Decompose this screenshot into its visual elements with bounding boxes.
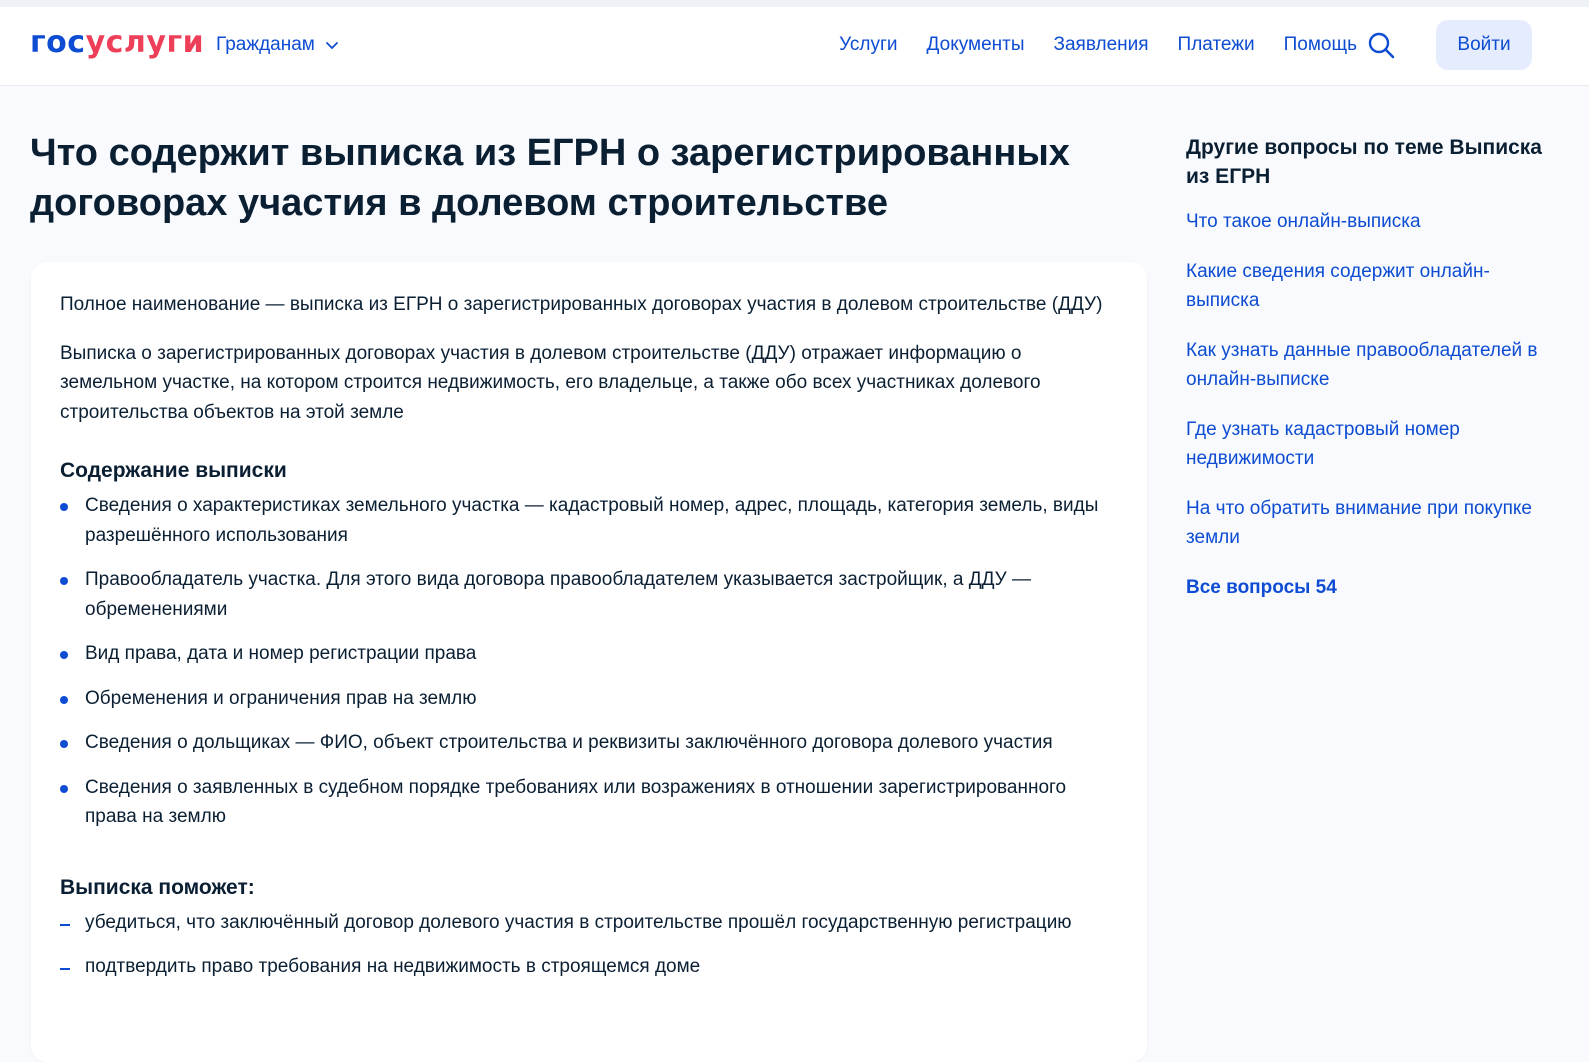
nav-documents[interactable]: Документы	[927, 33, 1025, 57]
article-body: Полное наименование — выписка из ЕГРН о …	[60, 290, 1120, 997]
helps-list: убедиться, что заключённый договор долев…	[60, 908, 1120, 982]
article-card: Полное наименование — выписка из ЕГРН о …	[31, 262, 1147, 1062]
list-item: Обременения и ограничения прав на землю	[60, 684, 1120, 714]
section-contents-title: Содержание выписки	[60, 459, 287, 482]
top-strip	[0, 0, 1589, 7]
list-item: Правообладатель участка. Для этого вида …	[60, 565, 1120, 624]
list-item: Вид права, дата и номер регистрации прав…	[60, 639, 1120, 669]
audience-dropdown[interactable]: Гражданам	[216, 33, 339, 57]
description-paragraph: Выписка о зарегистрированных договорах у…	[60, 342, 1041, 423]
sidebar-title: Другие вопросы по теме Выписка из ЕГРН	[1186, 136, 1542, 188]
all-questions-link[interactable]: Все вопросы 54	[1186, 573, 1546, 603]
list-item: Сведения о заявленных в судебном порядке…	[60, 773, 1120, 832]
list-item: подтвердить право требования на недвижим…	[60, 952, 1120, 982]
sidebar-link-cadastral-number[interactable]: Где узнать кадастровый номер недвижимост…	[1186, 415, 1546, 474]
nav-applications[interactable]: Заявления	[1054, 33, 1149, 57]
sidebar-link-land-purchase[interactable]: На что обратить внимание при покупке зем…	[1186, 494, 1546, 553]
chevron-down-icon	[325, 42, 338, 49]
search-icon[interactable]	[1367, 31, 1395, 59]
full-name-paragraph: Полное наименование — выписка из ЕГРН о …	[60, 294, 1103, 315]
site-header: госуслуги Гражданам Услуги Документы Зая…	[0, 7, 1589, 86]
nav-help[interactable]: Помощь	[1284, 33, 1357, 57]
gosuslugi-logo[interactable]: госуслуги	[30, 25, 204, 61]
page-title: Что содержит выписка из ЕГРН о зарегистр…	[30, 132, 1070, 224]
nav-services[interactable]: Услуги	[839, 33, 897, 57]
login-button[interactable]: Войти	[1436, 20, 1532, 70]
list-item: Сведения о дольщиках — ФИО, объект строи…	[60, 728, 1120, 758]
audience-label: Гражданам	[216, 34, 315, 55]
sidebar-link-owners-data[interactable]: Как узнать данные правообладателей в онл…	[1186, 336, 1546, 395]
section-helps-title: Выписка поможет:	[60, 875, 255, 899]
sidebar-link-online-extract[interactable]: Что такое онлайн-выписка	[1186, 207, 1546, 237]
main-nav: Услуги Документы Заявления Платежи Помощ…	[839, 33, 1357, 57]
nav-payments[interactable]: Платежи	[1178, 33, 1255, 57]
sidebar-link-extract-contents[interactable]: Какие сведения содержит онлайн-выписка	[1186, 257, 1546, 316]
related-questions-sidebar: Другие вопросы по теме Выписка из ЕГРН Ч…	[1186, 133, 1546, 602]
list-item: убедиться, что заключённый договор долев…	[60, 908, 1120, 938]
logo-part-gos: гос	[30, 25, 86, 60]
list-item: Сведения о характеристиках земельного уч…	[60, 491, 1120, 550]
logo-part-uslugi: услуги	[85, 25, 205, 60]
contents-list: Сведения о характеристиках земельного уч…	[60, 491, 1120, 832]
